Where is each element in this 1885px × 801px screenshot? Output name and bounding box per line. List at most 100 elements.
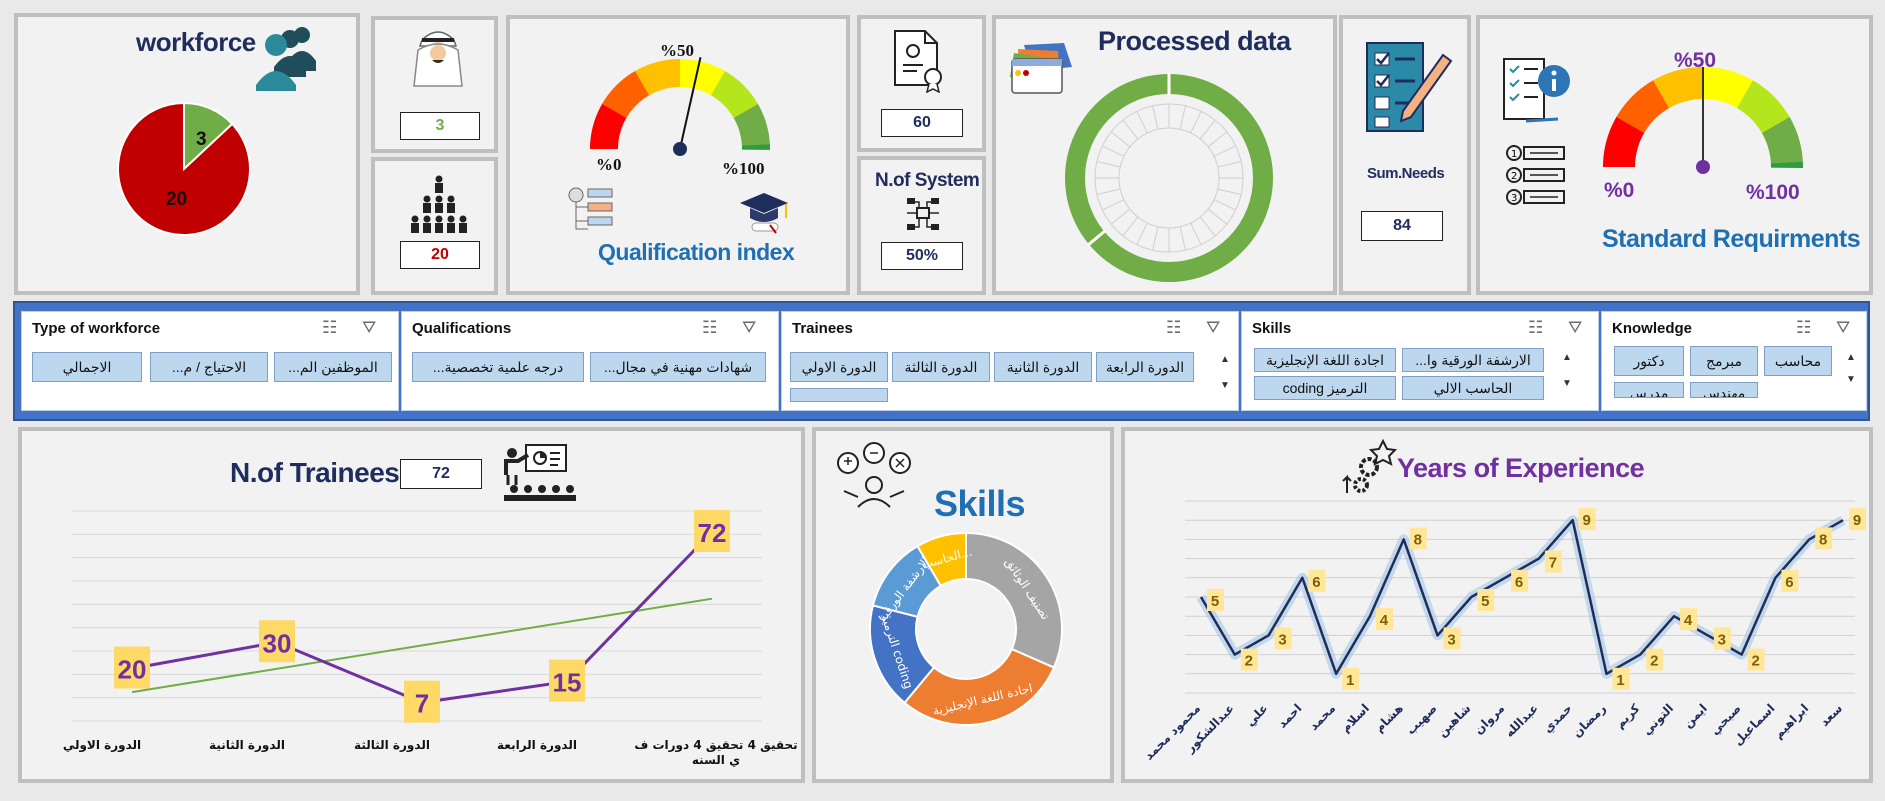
slicer-scroll-down[interactable]: ▼: [1216, 380, 1234, 391]
ring-tick: [1122, 119, 1139, 140]
multi-select-icon[interactable]: ☷: [702, 318, 717, 338]
slicer-knowledge: Knowledge ☷ ⛛ محاسب مبرمج دكتور مهندس مد…: [1601, 311, 1867, 411]
data-label: 72: [698, 518, 727, 548]
standard-gauge-min-label: %0: [1604, 179, 1635, 202]
ring-tick: [1199, 119, 1216, 140]
x-tick-label: علي: [1243, 701, 1271, 729]
slicer-item[interactable]: الاجمالي: [32, 352, 142, 382]
person-dot: [447, 215, 455, 223]
data-label: 15: [553, 668, 582, 698]
slicer-item[interactable]: الحاسب الالي: [1402, 376, 1544, 400]
clear-filter-icon[interactable]: ⛛: [742, 318, 756, 338]
clear-filter-icon[interactable]: ⛛: [1206, 318, 1220, 338]
workforce-panel: workforce 3 20: [14, 13, 360, 295]
data-label: 1: [1616, 672, 1624, 689]
data-label: 5: [1211, 593, 1219, 610]
slicer-item[interactable]: محاسب: [1764, 346, 1832, 376]
data-label: 4: [1684, 612, 1693, 629]
data-label: 3: [1447, 631, 1455, 648]
slicer-scroll-up[interactable]: ▲: [1558, 352, 1576, 363]
svg-text:1: 1: [1511, 149, 1517, 160]
gauge-hub: [673, 142, 687, 156]
x-tick-label: احمد: [1275, 701, 1305, 731]
standard-title: Standard Requirments: [1602, 225, 1861, 253]
slicer-item[interactable]: مدرس: [1614, 382, 1684, 398]
slicer-item[interactable]: الترميز coding: [1254, 376, 1396, 400]
person-body: [435, 223, 443, 233]
slicer-item[interactable]: الاحتياج / م...: [150, 352, 268, 382]
ring-tick: [1179, 105, 1186, 130]
multi-select-icon[interactable]: ☷: [322, 318, 337, 338]
ring-tick: [1102, 145, 1125, 157]
systems-panel: N.of System 50%: [857, 156, 986, 295]
qualification-gauge-max-label: %100: [722, 159, 765, 178]
slicer-item[interactable]: مهندس: [1690, 382, 1758, 398]
person-icon: [413, 31, 463, 87]
systems-value: 50%: [881, 242, 963, 270]
person-count-panel: 3: [371, 16, 498, 153]
checklist-info-icon: [1503, 58, 1570, 123]
data-label: 8: [1819, 531, 1827, 548]
slicer-item[interactable]: الدورة الثانية: [994, 352, 1092, 382]
ring-tick: [1110, 131, 1131, 148]
x-tick-label: مروان: [1471, 701, 1508, 738]
numbered-list-icon: 1 2 3: [1506, 145, 1565, 205]
ring-tick: [1152, 105, 1159, 130]
ring-tick: [1190, 111, 1202, 134]
slicer-scroll-up[interactable]: ▲: [1216, 354, 1234, 365]
slicer-title: Skills: [1252, 320, 1292, 337]
person-count-value: 3: [400, 112, 480, 140]
person-dot: [423, 195, 431, 203]
slicer-scroll-down[interactable]: ▼: [1558, 378, 1576, 389]
x-tick-label: ي السنه: [692, 753, 740, 767]
network-system-icon: [907, 198, 939, 230]
x-tick-label: اسلام: [1338, 701, 1373, 736]
slicer-item-partial[interactable]: [790, 388, 888, 402]
clear-filter-icon[interactable]: ⛛: [1568, 318, 1582, 338]
person-body: [447, 223, 455, 233]
slicer-item[interactable]: الدورة الاولي: [790, 352, 888, 382]
slicer-bar: Type of workforce ☷ ⛛ الموظفين الم... ال…: [13, 301, 1870, 421]
slicer-item[interactable]: الموظفين الم...: [274, 352, 392, 382]
processed-ring-chart: [1065, 73, 1273, 282]
slicer-scroll-down[interactable]: ▼: [1842, 374, 1860, 385]
slicer-title: Qualifications: [412, 320, 512, 337]
slicer-item[interactable]: الدورة الرابعة: [1096, 352, 1194, 382]
ring-tick: [1102, 199, 1125, 211]
data-label: 9: [1853, 512, 1861, 529]
skills-panel: Skills تصنيف الوثائق اجادة اللغة الإنجليز…: [812, 427, 1114, 783]
multi-select-icon[interactable]: ☷: [1166, 318, 1181, 338]
x-tick-label: هشام: [1372, 701, 1407, 736]
slicer-scroll-up[interactable]: ▲: [1842, 352, 1860, 363]
group-count-number: 20: [431, 246, 449, 263]
skills-donut-chart: تصنيف الوثائقاجادة اللغة الإنجليزيةالترم…: [869, 531, 1063, 726]
slicer-item[interactable]: درجه علمية تخصصية...: [412, 352, 584, 382]
documents-panel: 60: [857, 15, 986, 152]
clear-filter-icon[interactable]: ⛛: [1836, 318, 1850, 338]
slicer-item[interactable]: مبرمج: [1690, 346, 1758, 376]
multi-select-icon[interactable]: ☷: [1796, 318, 1811, 338]
slicer-item[interactable]: شهادات مهنية في مجال...: [590, 352, 766, 382]
x-tick-label: كريم: [1612, 701, 1642, 731]
ring-tick: [1110, 208, 1131, 225]
qualification-panel: %50 %0 %100 Qualification index: [506, 15, 850, 295]
slicer-item[interactable]: الدورة الثالثة: [892, 352, 990, 382]
workforce-pie-label-large: 20: [166, 189, 188, 210]
slicer-title: Trainees: [792, 320, 853, 337]
x-tick-label: عبدالله: [1502, 701, 1541, 740]
multi-select-icon[interactable]: ☷: [1528, 318, 1543, 338]
ring-tick: [1217, 161, 1242, 168]
people-group-icon: [256, 27, 316, 91]
person-body: [447, 203, 455, 213]
ring-tick: [1136, 222, 1148, 245]
trainees-line-chart: 20 الدورة الاولي 30 الدورة الثانية 7 الدورة ا…: [63, 510, 798, 767]
systems-number: 50%: [905, 247, 939, 264]
x-tick-label: محمد: [1306, 701, 1338, 733]
slicer-title: Type of workforce: [32, 320, 161, 337]
slicer-item[interactable]: اجادة اللغة الإنجليزية: [1254, 348, 1396, 372]
slicer-item[interactable]: الارشفة الورقية وا...: [1402, 348, 1544, 372]
clear-filter-icon[interactable]: ⛛: [362, 318, 376, 338]
data-label: 7: [1549, 555, 1557, 572]
slicer-item[interactable]: دكتور: [1614, 346, 1684, 376]
person-body: [459, 223, 467, 233]
